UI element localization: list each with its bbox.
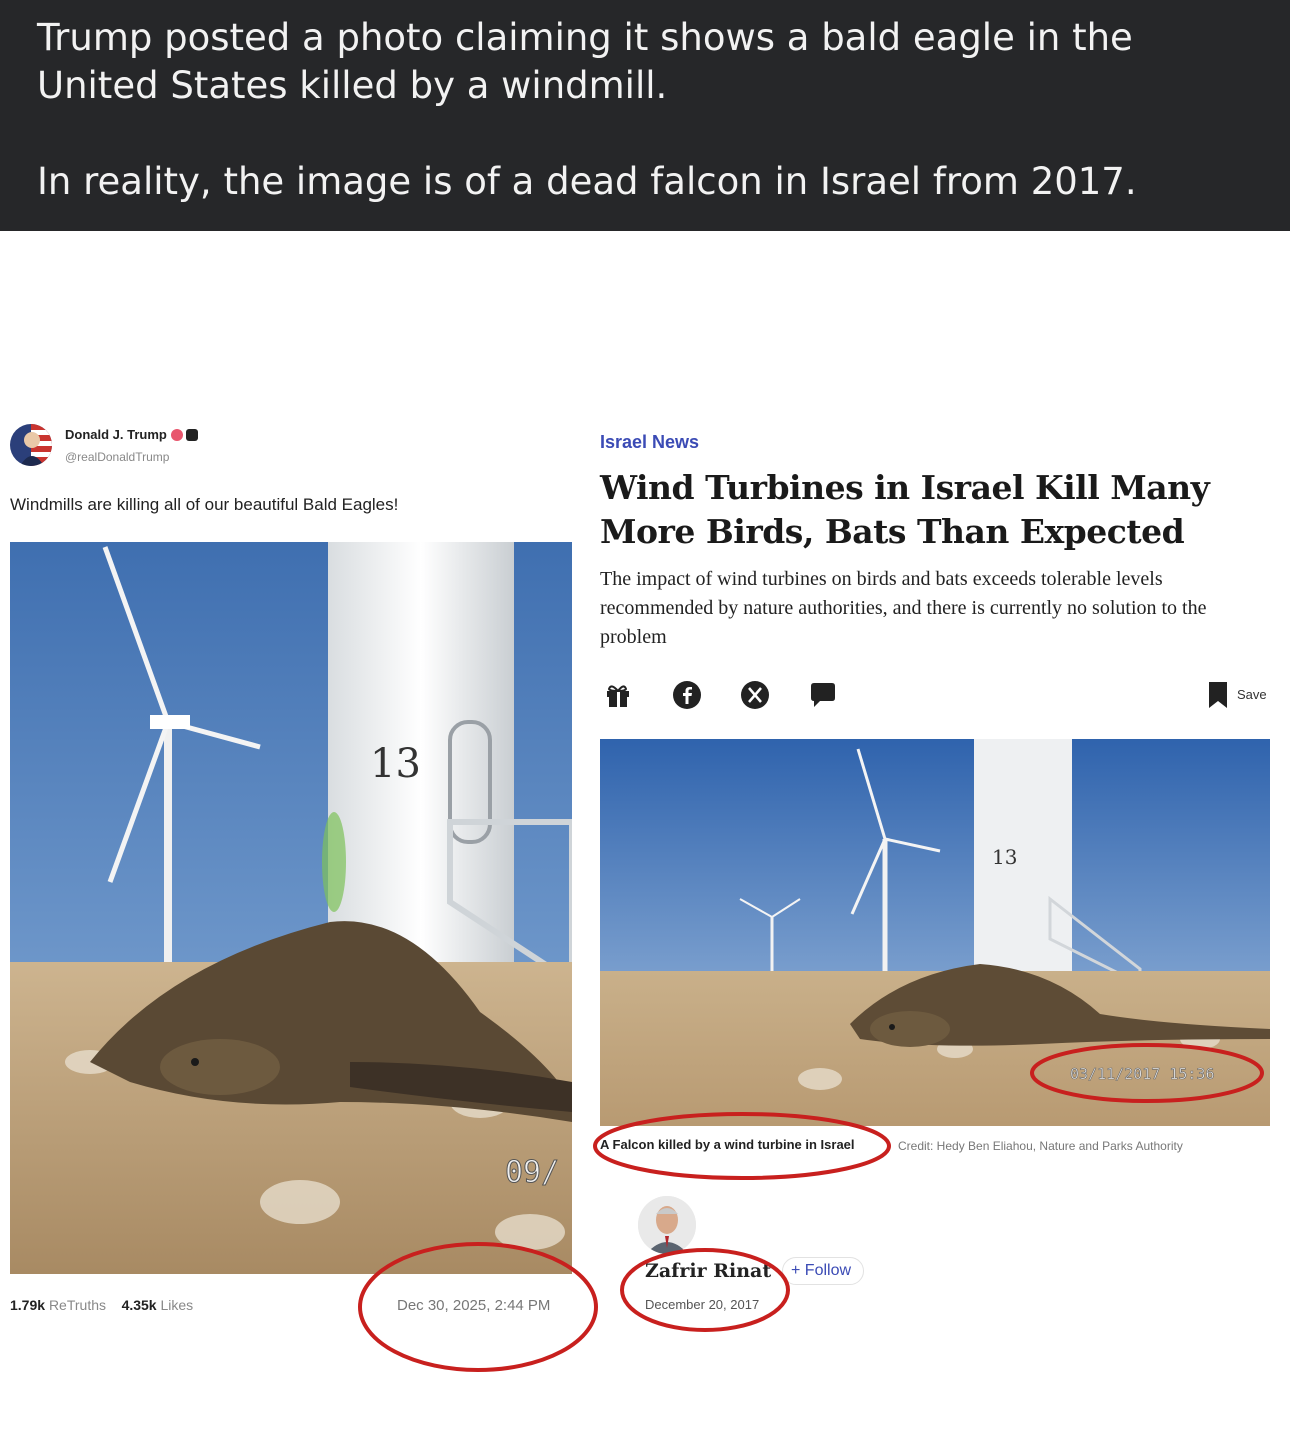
- retruths-label[interactable]: ReTruths: [49, 1297, 106, 1313]
- post-stats: 1.79k ReTruths 4.35k Likes: [10, 1297, 193, 1313]
- follow-label: Follow: [804, 1262, 852, 1279]
- article-headline: Wind Turbines in Israel Kill Many More B…: [600, 468, 1210, 551]
- section-label[interactable]: Israel News: [600, 432, 699, 453]
- author-name[interactable]: Donald J. Trump: [65, 427, 198, 442]
- post-date[interactable]: Dec 30, 2025, 2:44 PM: [397, 1297, 550, 1314]
- likes-count: 4.35k: [121, 1297, 157, 1313]
- affiliate-badge-icon: [185, 429, 198, 441]
- writer-name[interactable]: Zafrir Rinat: [645, 1260, 771, 1282]
- plus-icon: +: [791, 1262, 805, 1279]
- bookmark-icon[interactable]: [1205, 680, 1231, 710]
- caption-line-2: In reality, the image is of a dead falco…: [37, 160, 1137, 203]
- article-dek: The impact of wind turbines on birds and…: [600, 568, 1207, 648]
- x-icon[interactable]: [740, 680, 770, 710]
- author-handle[interactable]: @realDonaldTrump: [65, 450, 169, 464]
- tower-number: 13: [992, 845, 1017, 869]
- author-avatar[interactable]: [10, 424, 52, 466]
- gift-icon[interactable]: [603, 680, 633, 710]
- article-photo-falcon[interactable]: 13 03/11/2017 15:36: [600, 739, 1270, 1126]
- facebook-icon[interactable]: [672, 680, 702, 710]
- save-button[interactable]: Save: [1237, 687, 1267, 702]
- caption-banner: Trump posted a photo claiming it shows a…: [0, 0, 1290, 231]
- photo-timestamp: 03/11/2017 15:36: [1070, 1065, 1215, 1083]
- follow-button[interactable]: + Follow: [782, 1257, 865, 1285]
- image-credit: Credit: Hedy Ben Eliahou, Nature and Par…: [898, 1139, 1183, 1153]
- retruths-count: 1.79k: [10, 1297, 46, 1313]
- likes-label[interactable]: Likes: [161, 1297, 194, 1313]
- post-photo-dead-bird-turbine[interactable]: 13 09/: [10, 542, 572, 1274]
- writer-date: December 20, 2017: [645, 1297, 760, 1312]
- writer-avatar[interactable]: [638, 1196, 696, 1254]
- comment-icon[interactable]: [808, 680, 838, 710]
- verified-badge-icon: [170, 429, 183, 441]
- caption-line-1: Trump posted a photo claiming it shows a…: [37, 16, 1133, 107]
- tower-number: 13: [370, 741, 421, 787]
- image-caption: A Falcon killed by a wind turbine in Isr…: [600, 1137, 855, 1152]
- photo-date-stamp: 09/: [505, 1155, 559, 1190]
- post-text: Windmills are killing all of our beautif…: [10, 495, 399, 514]
